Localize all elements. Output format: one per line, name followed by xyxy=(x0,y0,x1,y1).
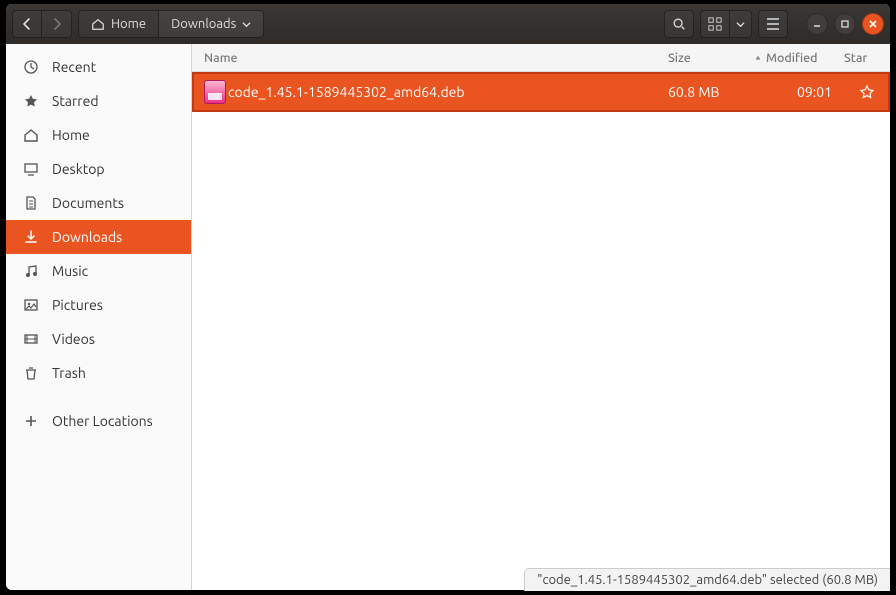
sidebar-item-label: Desktop xyxy=(52,161,105,177)
column-size[interactable]: Size xyxy=(668,51,754,65)
plus-icon xyxy=(22,413,40,429)
file-icon xyxy=(192,80,228,104)
hamburger-icon xyxy=(766,18,780,30)
download-icon xyxy=(22,229,40,245)
column-name[interactable]: Name xyxy=(192,51,668,65)
file-star[interactable] xyxy=(844,84,890,100)
sidebar: Recent Starred Home Desktop Documents Downloa… xyxy=(6,44,192,590)
maximize-button[interactable] xyxy=(834,13,856,35)
view-menu-button[interactable] xyxy=(730,10,752,38)
sidebar-item-desktop[interactable]: Desktop xyxy=(6,152,191,186)
sidebar-item-videos[interactable]: Videos xyxy=(6,322,191,356)
music-icon xyxy=(22,263,40,279)
headerbar: Home Downloads xyxy=(6,4,890,44)
sidebar-item-label: Trash xyxy=(52,365,86,381)
chevron-down-icon xyxy=(242,20,251,29)
file-list[interactable]: code_1.45.1-1589445302_amd64.deb60.8 MB0… xyxy=(192,72,890,590)
column-star[interactable]: Star xyxy=(844,51,890,65)
content-area: Name Size Modified Star code_1.45.1-1589… xyxy=(192,44,890,590)
home-icon xyxy=(22,127,40,143)
grid-icon xyxy=(708,17,722,31)
home-icon xyxy=(91,17,105,31)
file-manager-window: Home Downloads xyxy=(6,4,890,590)
close-button[interactable] xyxy=(862,13,884,35)
column-headers: Name Size Modified Star xyxy=(192,44,890,72)
file-modified: 09:01 xyxy=(754,84,844,100)
forward-button[interactable] xyxy=(42,10,72,38)
picture-icon xyxy=(22,297,40,313)
search-icon xyxy=(672,17,686,31)
breadcrumb-label: Home xyxy=(111,17,146,31)
sidebar-item-music[interactable]: Music xyxy=(6,254,191,288)
sidebar-item-other[interactable]: Other Locations xyxy=(6,404,191,438)
sidebar-item-pictures[interactable]: Pictures xyxy=(6,288,191,322)
minimize-icon xyxy=(812,19,822,29)
close-icon xyxy=(868,19,878,29)
trash-icon xyxy=(22,365,40,381)
minimize-button[interactable] xyxy=(806,13,828,35)
sidebar-item-downloads[interactable]: Downloads xyxy=(6,220,191,254)
sidebar-item-home[interactable]: Home xyxy=(6,118,191,152)
view-grid-button[interactable] xyxy=(700,10,730,38)
breadcrumb-downloads[interactable]: Downloads xyxy=(159,11,263,37)
sidebar-item-label: Pictures xyxy=(52,297,103,313)
pathbar: Home Downloads xyxy=(78,10,264,38)
sidebar-item-trash[interactable]: Trash xyxy=(6,356,191,390)
file-row[interactable]: code_1.45.1-1589445302_amd64.deb60.8 MB0… xyxy=(192,72,890,112)
column-modified[interactable]: Modified xyxy=(754,51,844,65)
file-size: 60.8 MB xyxy=(668,84,754,100)
file-name: code_1.45.1-1589445302_amd64.deb xyxy=(228,84,668,100)
search-button[interactable] xyxy=(664,10,694,38)
clock-icon xyxy=(22,59,40,75)
hamburger-menu-button[interactable] xyxy=(758,10,788,38)
sidebar-item-label: Documents xyxy=(52,195,124,211)
chevron-down-icon xyxy=(736,20,745,29)
sidebar-item-label: Starred xyxy=(52,93,99,109)
sidebar-item-documents[interactable]: Documents xyxy=(6,186,191,220)
desktop-icon xyxy=(22,161,40,177)
star-outline-icon xyxy=(859,84,875,100)
sidebar-item-label: Music xyxy=(52,263,88,279)
sidebar-item-recent[interactable]: Recent xyxy=(6,50,191,84)
sidebar-item-label: Videos xyxy=(52,331,95,347)
sidebar-item-label: Recent xyxy=(52,59,96,75)
document-icon xyxy=(22,195,40,211)
sidebar-item-label: Downloads xyxy=(52,229,122,245)
back-button[interactable] xyxy=(12,10,42,38)
star-icon xyxy=(22,93,40,109)
maximize-icon xyxy=(840,19,850,29)
breadcrumb-label: Downloads xyxy=(171,17,236,31)
breadcrumb-home[interactable]: Home xyxy=(79,11,159,37)
sidebar-item-label: Other Locations xyxy=(52,413,153,429)
video-icon xyxy=(22,331,40,347)
sidebar-item-label: Home xyxy=(52,127,90,143)
sidebar-item-starred[interactable]: Starred xyxy=(6,84,191,118)
statusbar: "code_1.45.1-1589445302_amd64.deb" selec… xyxy=(524,568,890,591)
sort-asc-icon xyxy=(754,54,762,62)
